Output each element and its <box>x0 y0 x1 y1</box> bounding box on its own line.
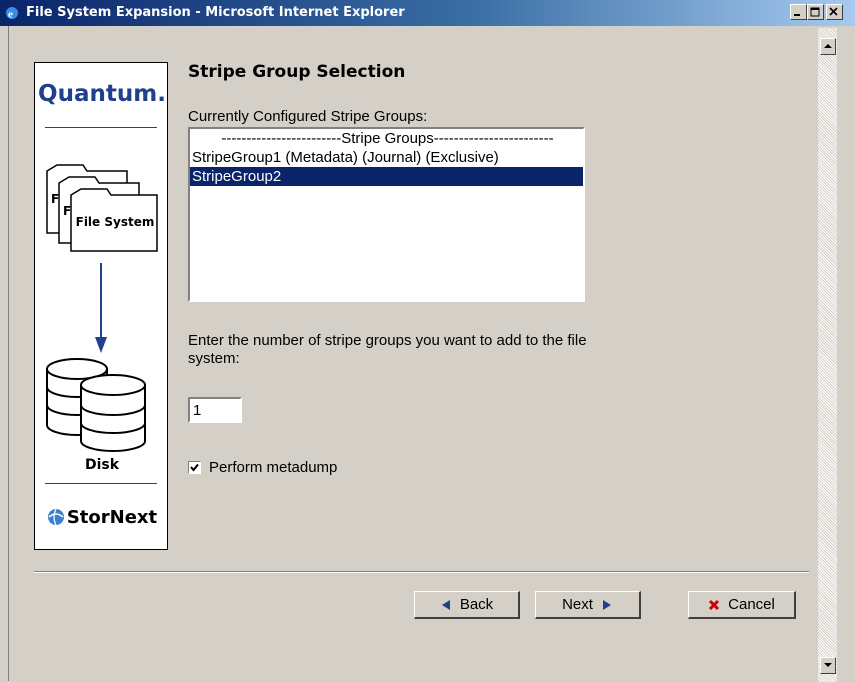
vertical-scrollbar[interactable] <box>818 28 837 682</box>
minimize-button[interactable] <box>790 4 807 20</box>
file-system-label: File System <box>75 215 155 229</box>
stripe-groups-label: Currently Configured Stripe Groups: <box>188 108 428 125</box>
scroll-up-button[interactable] <box>820 38 836 55</box>
stornext-globe-icon <box>47 508 64 526</box>
scroll-up-arrow-icon <box>824 44 832 48</box>
close-button[interactable] <box>826 4 843 20</box>
list-item[interactable]: StripeGroup1 (Metadata) (Journal) (Exclu… <box>190 148 583 167</box>
count-prompt-line2: system: <box>188 350 240 367</box>
close-icon <box>829 7 838 16</box>
down-arrow-icon <box>95 263 107 353</box>
scroll-down-arrow-icon <box>824 663 832 667</box>
quantum-logo: Quantum. <box>38 81 166 107</box>
checkmark-icon <box>190 463 199 472</box>
cancel-button[interactable]: Cancel <box>688 591 796 619</box>
next-button[interactable]: Next <box>535 591 641 619</box>
next-button-label: Next <box>562 596 593 613</box>
next-arrow-icon <box>602 599 611 610</box>
svg-text:e: e <box>8 9 13 21</box>
minimize-icon <box>794 14 800 16</box>
sidebar-divider <box>45 127 157 128</box>
back-arrow-icon <box>441 599 450 610</box>
stripe-group-count-input[interactable] <box>188 397 242 423</box>
svg-text:F: F <box>63 204 71 218</box>
internet-explorer-icon: e <box>6 7 18 21</box>
maximize-icon <box>810 7 820 17</box>
back-button-label: Back <box>459 596 494 613</box>
title-bar: e File System Expansion - Microsoft Inte… <box>0 0 855 26</box>
sidebar-divider-bottom <box>45 483 157 484</box>
wizard-sidebar: Quantum. F F File System Disk StorNext <box>34 62 168 550</box>
file-system-folders-icon: F F <box>46 164 158 252</box>
page-title: Stripe Group Selection <box>188 62 406 82</box>
back-button[interactable]: Back <box>414 591 520 619</box>
scroll-down-button[interactable] <box>820 657 836 674</box>
disk-label: Disk <box>84 457 120 473</box>
metadump-label: Perform metadump <box>209 459 338 476</box>
metadump-checkbox[interactable] <box>188 461 201 474</box>
maximize-button[interactable] <box>807 4 824 20</box>
divider <box>34 571 809 573</box>
disk-icon <box>46 358 146 452</box>
count-prompt-line1: Enter the number of stripe groups you wa… <box>188 332 587 349</box>
cancel-button-label: Cancel <box>728 596 775 613</box>
window-title: File System Expansion - Microsoft Intern… <box>26 5 405 20</box>
list-item[interactable]: ------------------------Stripe Groups---… <box>190 129 583 148</box>
cancel-x-icon <box>709 599 720 610</box>
svg-text:F: F <box>51 192 59 206</box>
stornext-logo: StorNext <box>35 507 169 528</box>
stripe-groups-listbox[interactable]: ------------------------Stripe Groups---… <box>188 127 585 302</box>
stornext-label: StorNext <box>66 507 158 528</box>
list-item-selected[interactable]: StripeGroup2 <box>190 167 583 186</box>
